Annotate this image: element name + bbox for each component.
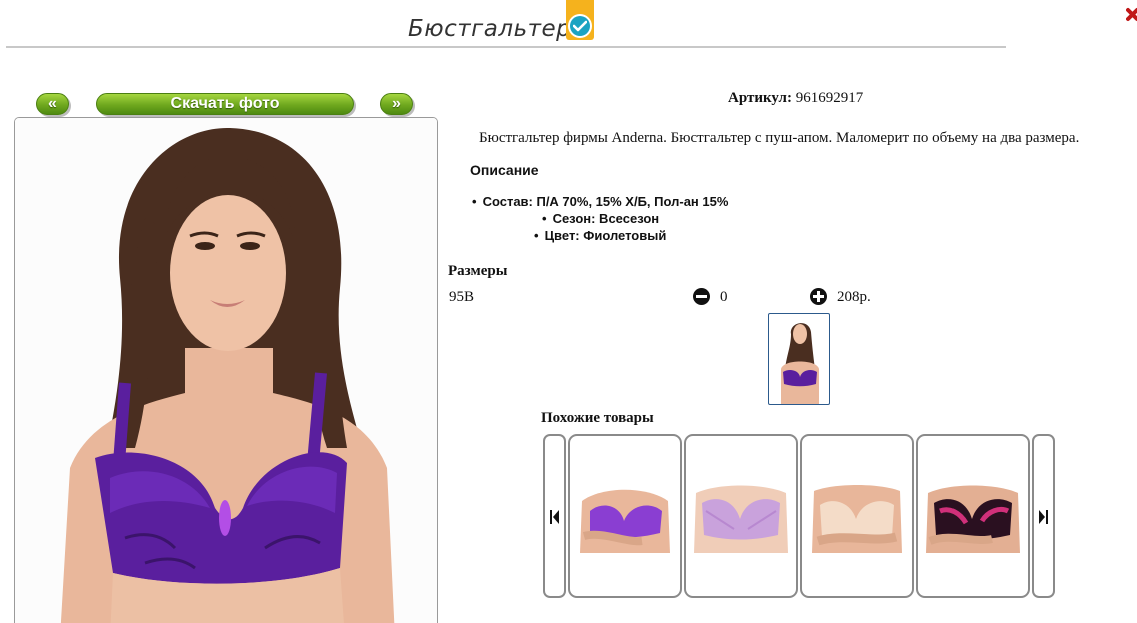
similar-product-image (688, 481, 794, 553)
detail-color: Цвет: Фиолетовый (534, 228, 667, 243)
similar-product-card[interactable] (568, 434, 682, 598)
product-description: Бюстгальтер фирмы Anderna. Бюстгальтер с… (479, 130, 1080, 146)
title-divider (6, 46, 1006, 48)
carousel-next-button[interactable] (1032, 434, 1055, 598)
verified-badge (566, 0, 594, 40)
skip-previous-icon (550, 510, 559, 524)
similar-product-card[interactable] (684, 434, 798, 598)
article-value: 961692917 (795, 90, 864, 106)
product-thumbnail[interactable] (768, 313, 830, 405)
close-icon[interactable] (1126, 2, 1137, 28)
similar-product-image (920, 481, 1026, 553)
size-quantity: 0 (720, 289, 728, 305)
similar-heading: Похожие товары (541, 410, 654, 426)
minus-circle-icon[interactable] (693, 288, 710, 305)
carousel-prev-button[interactable] (543, 434, 566, 598)
download-photo-button[interactable]: Скачать фото (96, 93, 354, 115)
details-heading: Описание (470, 162, 539, 178)
check-circle-icon (568, 14, 592, 38)
similar-product-image (804, 481, 910, 553)
size-label: 95B (449, 289, 475, 305)
size-price: 208р. (837, 289, 871, 305)
sizes-heading: Размеры (448, 263, 508, 279)
skip-next-icon (1039, 510, 1048, 524)
prev-photo-button[interactable]: « (36, 93, 69, 115)
article-number: Артикул: 961692917 (728, 90, 863, 107)
main-product-photo[interactable] (14, 117, 438, 623)
detail-composition: Состав: П/А 70%, 15% Х/Б, Пол-ан 15% (472, 194, 729, 209)
article-label: Артикул: (728, 90, 792, 106)
similar-product-card[interactable] (800, 434, 914, 598)
page-title: Бюстгальтер (408, 16, 572, 42)
plus-circle-icon[interactable] (810, 288, 827, 305)
similar-product-card[interactable] (916, 434, 1030, 598)
next-photo-button[interactable]: » (380, 93, 413, 115)
similar-product-image (572, 481, 678, 553)
model-photo (15, 118, 437, 623)
detail-season: Сезон: Всесезон (542, 211, 660, 226)
thumbnail-image (781, 323, 819, 404)
